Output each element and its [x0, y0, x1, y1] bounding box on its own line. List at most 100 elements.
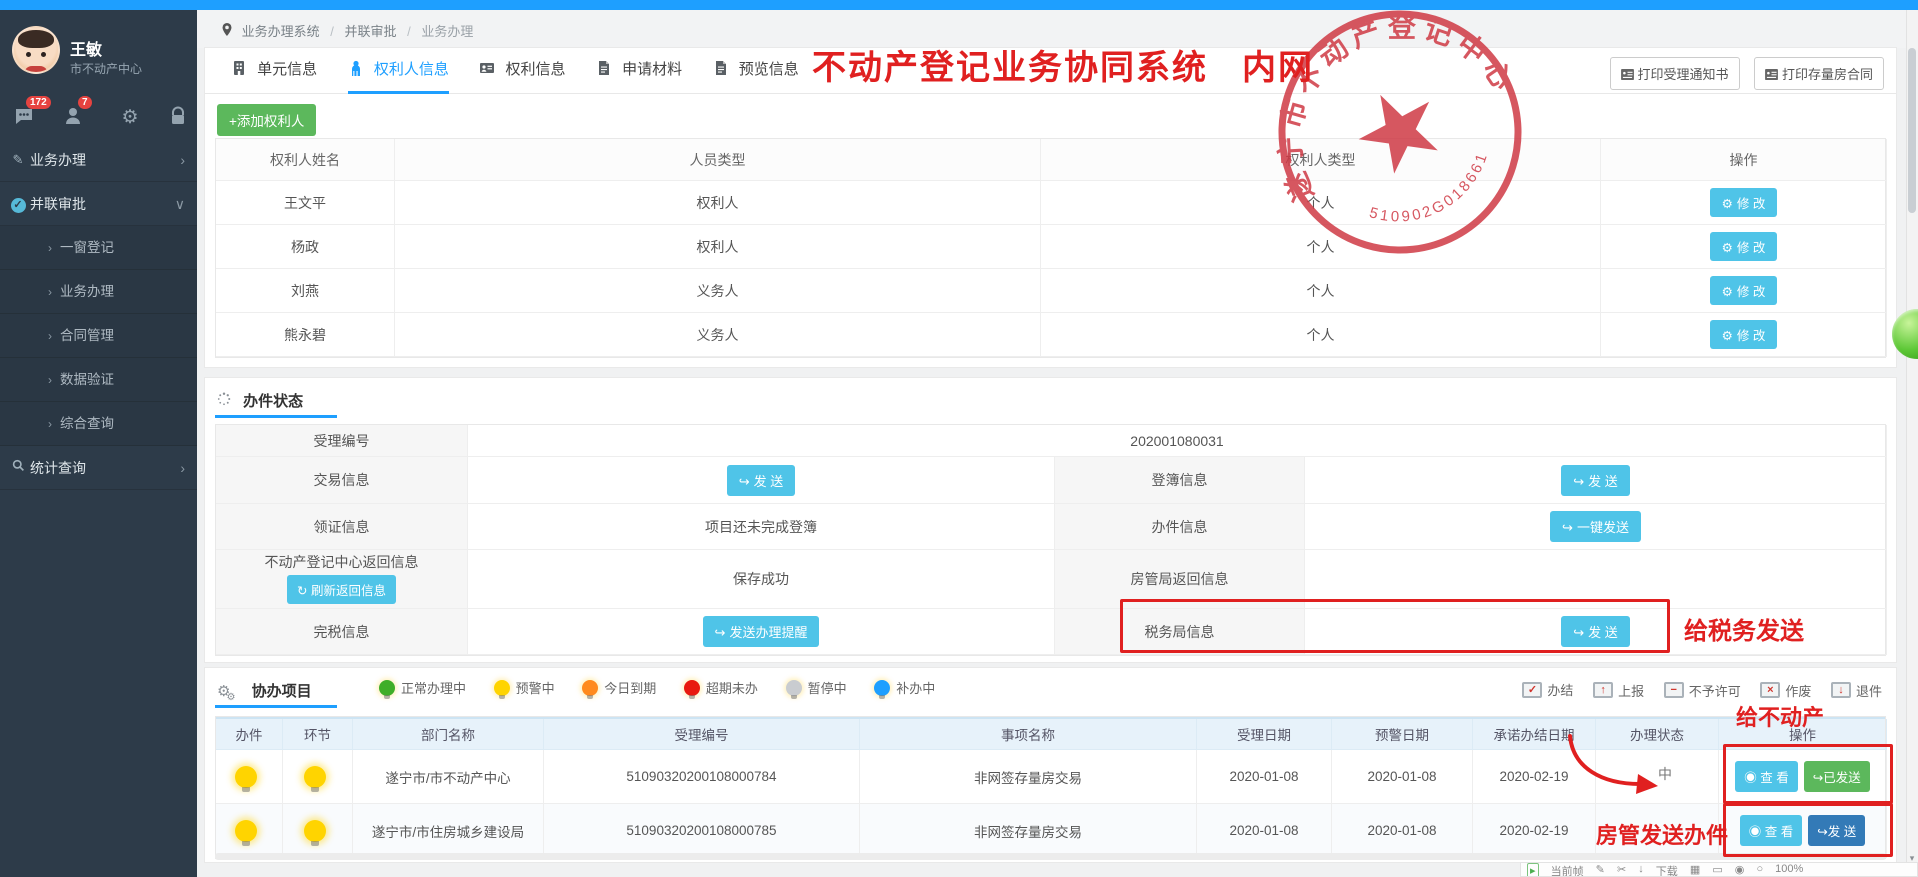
annotation-estate-text: 给不动产: [1736, 700, 1824, 732]
edit-icon[interactable]: ✎: [1596, 863, 1605, 876]
sidebar-subitem-hetongguanli[interactable]: ›合同管理: [0, 314, 197, 358]
bulb-icon: [304, 820, 326, 842]
settings-gear-icon[interactable]: ⚙: [118, 106, 142, 130]
col-header-holder-type: 权利人类型: [1041, 139, 1601, 181]
user-name: 王敏: [70, 36, 102, 60]
download-label[interactable]: 下载: [1656, 863, 1678, 877]
bulb-legend: 正常办理中 预警中 今日到期 超期未办 暂停中 补办中: [355, 678, 935, 699]
grid-icon[interactable]: ▦: [1690, 863, 1700, 876]
print-acceptance-notice-button[interactable]: 打印受理通知书: [1610, 57, 1740, 90]
search-icon: [10, 446, 26, 490]
legend-void: ×作废: [1760, 681, 1811, 700]
chevron-right-icon: ›: [180, 446, 185, 490]
sidebar-item-binglianshengpi[interactable]: ✓ 并联审批 ∨: [0, 182, 197, 226]
window-icon[interactable]: ▭: [1712, 863, 1722, 876]
sidebar-item-yewubanli[interactable]: ✎ 业务办理 ›: [0, 138, 197, 182]
zoom-level[interactable]: 100%: [1775, 863, 1803, 875]
sidebar-item-label: 业务办理: [30, 152, 86, 168]
scrollbar-thumb[interactable]: [1908, 48, 1916, 213]
legend-makeup: 补办中: [874, 678, 935, 697]
circle-icon[interactable]: ○: [1756, 863, 1763, 875]
bulb-icon: [235, 820, 257, 842]
one-key-send-button[interactable]: ↪一键发送: [1550, 511, 1641, 542]
rights-holder-table: 权利人姓名 人员类型 权利人类型 操作 王文平 权利人 个人 ⚙修 改 杨政 权…: [215, 138, 1886, 358]
refresh-return-info-button[interactable]: ↻ 刷新返回信息: [287, 575, 396, 604]
idcard-icon: [479, 63, 495, 80]
modify-button[interactable]: ⚙修 改: [1710, 320, 1778, 349]
sidebar-item-tongjichaxun[interactable]: 统计查询 ›: [0, 446, 197, 490]
record-icon[interactable]: ◉: [1735, 863, 1745, 876]
refresh-icon: ↻: [297, 584, 311, 598]
send-arrow-icon: ↪: [1562, 520, 1573, 535]
horizontal-scrollbar[interactable]: [215, 853, 1886, 860]
tab-application-materials[interactable]: 申请材料: [596, 48, 682, 94]
rights-panel: 单元信息 权利人信息 权利信息 申请材料 预览信息 打印受理通知书: [205, 48, 1896, 367]
send-handle-reminder-button[interactable]: ↪发送办理提醒: [703, 616, 820, 647]
breadcrumb: 业务办理系统 / 并联审批 / 业务办理: [222, 21, 473, 40]
sidebar-subitem-yichuangdengji[interactable]: ›一窗登记: [0, 226, 197, 270]
table-row: 刘燕 义务人 个人 ⚙修 改: [216, 269, 1885, 313]
legend-warning: 预警中: [494, 678, 555, 697]
tab-rights-info[interactable]: 权利信息: [479, 48, 565, 94]
sidebar-subitem-yewubanli[interactable]: ›业务办理: [0, 270, 197, 314]
download-icon[interactable]: ↓: [1638, 863, 1644, 875]
avatar[interactable]: [12, 26, 60, 74]
chevron-down-icon: ∨: [175, 182, 185, 226]
bulb-icon: [582, 680, 598, 696]
modify-button[interactable]: ⚙修 改: [1710, 188, 1778, 217]
document-icon: [596, 63, 612, 80]
gear-icon: ⚙: [1722, 241, 1733, 255]
legend-due-today: 今日到期: [582, 678, 656, 697]
sidebar-menu: ✎ 业务办理 › ✓ 并联审批 ∨ ›一窗登记 ›业务办理 ›合同管理 ›数据验…: [0, 138, 197, 490]
gears-icon: ⚙⚙: [217, 683, 239, 700]
send-trade-button[interactable]: ↪发 送: [727, 465, 796, 496]
annotation-tax-text: 给税务发送: [1684, 611, 1804, 646]
modify-button[interactable]: ⚙修 改: [1710, 232, 1778, 261]
legend-overdue: 超期未办: [684, 678, 758, 697]
bulb-icon: [304, 766, 326, 788]
play-frame-icon[interactable]: ▸: [1527, 863, 1539, 877]
breadcrumb-level2: 业务办理: [421, 24, 473, 39]
tab-unit-info[interactable]: 单元信息: [231, 48, 317, 94]
status-row-trade: 交易信息 ↪发 送 登簿信息 ↪发 送: [216, 457, 1885, 504]
add-rights-holder-button[interactable]: +添加权利人: [217, 104, 316, 136]
breadcrumb-system[interactable]: 业务办理系统: [242, 24, 320, 39]
table-header-row: 权利人姓名 人员类型 权利人类型 操作: [216, 139, 1885, 181]
todo-user-icon[interactable]: [62, 106, 86, 130]
annotation-rect-actions1: [1723, 744, 1893, 804]
chevron-right-icon: ›: [180, 138, 185, 182]
tab-rights-holder-info[interactable]: 权利人信息: [348, 48, 449, 94]
breadcrumb-level1[interactable]: 并联审批: [345, 24, 397, 39]
monitor-x-icon: ×: [1760, 682, 1780, 698]
save-success-value: 保存成功: [468, 550, 1055, 609]
gear-icon: ⚙: [1722, 285, 1733, 299]
modify-button[interactable]: ⚙修 改: [1710, 276, 1778, 305]
action-legend: ✓办结 ↑上报 −不予许可 ×作废 ↓退件: [1506, 680, 1882, 700]
tab-preview-info[interactable]: 预览信息: [713, 48, 799, 94]
print-stock-house-contract-button[interactable]: 打印存量房合同: [1754, 57, 1884, 90]
todo-badge: 7: [78, 96, 92, 109]
legend-normal: 正常办理中: [379, 678, 466, 697]
lock-icon[interactable]: [166, 106, 190, 130]
sidebar-subitem-zonghechaxun[interactable]: ›综合查询: [0, 402, 197, 446]
spinner-icon: [217, 393, 235, 410]
annotation-housing-text: 房管发送办件: [1596, 818, 1728, 850]
annotation-rect-actions2: [1723, 803, 1893, 857]
cert-status-value: 项目还未完成登簿: [468, 504, 1055, 550]
col-header-person-type: 人员类型: [395, 139, 1041, 181]
accept-number-value: 202001080031: [468, 425, 1887, 457]
bulb-icon: [235, 766, 257, 788]
cut-icon[interactable]: ✂: [1617, 863, 1626, 876]
send-book-button[interactable]: ↪发 送: [1561, 465, 1630, 496]
legend-return-file: ↓退件: [1831, 681, 1882, 700]
case-status-title: 办件状态: [217, 390, 303, 411]
user-org: 市不动产中心: [70, 60, 142, 77]
legend-paused: 暂停中: [786, 678, 847, 697]
col-header-action: 操作: [1601, 139, 1887, 181]
messages-icon[interactable]: [12, 106, 36, 130]
sidebar-item-label: 并联审批: [30, 196, 86, 212]
send-arrow-icon: ↪: [1573, 474, 1584, 489]
messages-badge: 172: [26, 96, 51, 109]
sidebar-subitem-shujuyanzheng[interactable]: ›数据验证: [0, 358, 197, 402]
table-row: 杨政 权利人 个人 ⚙修 改: [216, 225, 1885, 269]
